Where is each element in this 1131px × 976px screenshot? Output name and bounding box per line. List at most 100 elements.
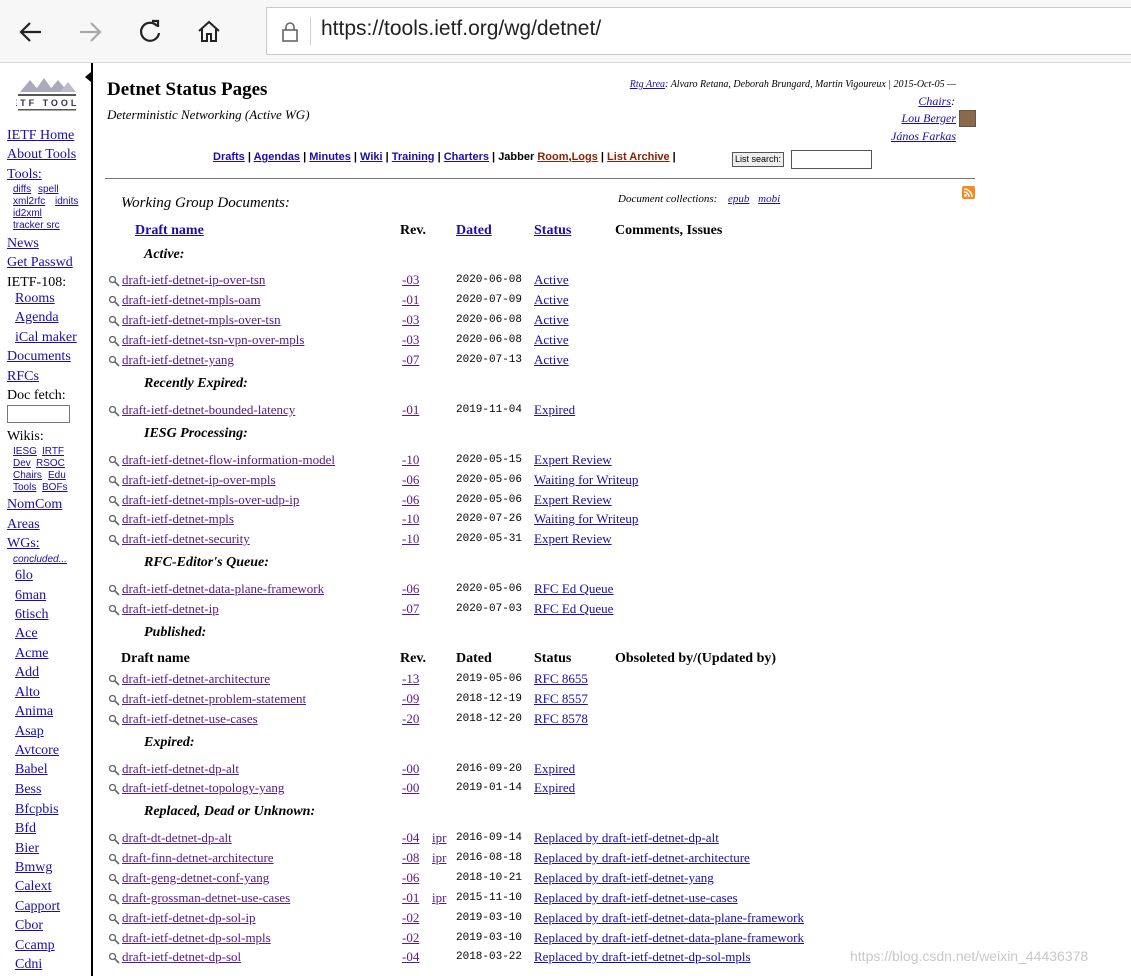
revision-link[interactable]: -03 (402, 312, 419, 328)
search-icon[interactable] (108, 763, 120, 776)
revision-link[interactable]: -07 (402, 601, 419, 617)
wg-link[interactable]: Bier (15, 841, 39, 857)
revision-link[interactable]: -13 (402, 671, 419, 687)
collection-epub[interactable]: epub (728, 193, 749, 205)
revision-link[interactable]: -02 (402, 910, 419, 926)
status-link[interactable]: Expired (534, 780, 575, 796)
status-link[interactable]: RFC 8655 (534, 671, 588, 687)
menu-training[interactable]: Training (392, 151, 435, 163)
tool-spell[interactable]: spell (38, 184, 59, 195)
sidebar-link-agenda[interactable]: Agenda (15, 310, 59, 326)
sidebar-link-areas[interactable]: Areas (7, 517, 40, 533)
status-link[interactable]: Replaced by draft-ietf-detnet-data-plane… (534, 910, 804, 926)
draft-name-link[interactable]: draft-ietf-detnet-dp-sol-ip (122, 910, 256, 926)
search-icon[interactable] (108, 274, 120, 287)
sidebar-link-about-tools[interactable]: About Tools (7, 147, 76, 163)
status-link[interactable]: Active (534, 292, 569, 308)
menu-minutes[interactable]: Minutes (309, 151, 351, 163)
collapse-arrow-icon[interactable] (84, 70, 92, 88)
rtg-area-link[interactable]: Rtg Area (630, 79, 665, 90)
wg-link[interactable]: Capport (15, 899, 60, 915)
search-icon[interactable] (108, 782, 120, 795)
wiki-chairs[interactable]: Chairs (13, 470, 42, 481)
status-link[interactable]: Replaced by draft-ietf-detnet-architectu… (534, 850, 750, 866)
status-link[interactable]: Replaced by draft-ietf-detnet-yang (534, 870, 714, 886)
status-link[interactable]: Expired (534, 761, 575, 777)
draft-name-link[interactable]: draft-ietf-detnet-mpls-over-tsn (122, 312, 281, 328)
menu-agendas[interactable]: Agendas (254, 151, 300, 163)
draft-name-link[interactable]: draft-ietf-detnet-dp-sol-mpls (122, 930, 271, 946)
sidebar-link-documents[interactable]: Documents (7, 349, 71, 365)
wiki-tools[interactable]: Tools (13, 482, 36, 493)
revision-link[interactable]: -03 (402, 332, 419, 348)
search-icon[interactable] (108, 354, 120, 367)
revision-link[interactable]: -10 (402, 531, 419, 547)
draft-name-link[interactable]: draft-ietf-detnet-architecture (122, 671, 270, 687)
sidebar-link-wgs[interactable]: WGs: (7, 536, 40, 552)
wg-link[interactable]: Ace (15, 626, 38, 642)
wg-link[interactable]: Anima (15, 704, 53, 720)
sidebar-link-rooms[interactable]: Rooms (15, 291, 55, 307)
address-bar[interactable]: https://tools.ietf.org/wg/detnet/ (266, 7, 1131, 55)
draft-name-link[interactable]: draft-ietf-detnet-mpls-over-udp-ip (122, 492, 299, 508)
back-icon[interactable] (13, 14, 49, 50)
wg-link[interactable]: Alto (15, 685, 40, 701)
search-icon[interactable] (108, 314, 120, 327)
tool-diffs[interactable]: diffs (13, 184, 31, 195)
revision-link[interactable]: -01 (402, 890, 419, 906)
menu-wiki[interactable]: Wiki (360, 151, 383, 163)
draft-name-link[interactable]: draft-ietf-detnet-bounded-latency (122, 402, 295, 418)
search-icon[interactable] (108, 872, 120, 885)
search-icon[interactable] (108, 912, 120, 925)
status-link[interactable]: Replaced by draft-ietf-detnet-use-cases (534, 890, 738, 906)
tool-tracker-src[interactable]: tracker src (13, 220, 60, 231)
revision-link[interactable]: -06 (402, 472, 419, 488)
draft-name-link[interactable]: draft-ietf-detnet-ip-over-mpls (122, 472, 276, 488)
revision-link[interactable]: -01 (402, 292, 419, 308)
chairs-link[interactable]: Chairs (918, 94, 951, 108)
status-link[interactable]: Waiting for Writeup (534, 472, 638, 488)
status-link[interactable]: Active (534, 332, 569, 348)
wg-link[interactable]: Bfd (15, 821, 36, 837)
revision-link[interactable]: -00 (402, 780, 419, 796)
wg-link[interactable]: Cdni (15, 957, 42, 973)
status-link[interactable]: Expert Review (534, 452, 612, 468)
wg-concluded-link[interactable]: concluded... (13, 554, 67, 565)
wiki-iesg[interactable]: IESG (13, 446, 37, 457)
list-search-input[interactable] (791, 150, 872, 169)
sidebar-link-ical-maker[interactable]: iCal maker (15, 330, 77, 346)
ietf-tools-logo[interactable]: IETF TOOLS (6, 72, 85, 127)
wg-link[interactable]: Asap (15, 724, 44, 740)
wiki-bofs[interactable]: BOFs (42, 482, 68, 493)
forward-icon[interactable] (72, 14, 108, 50)
draft-name-link[interactable]: draft-ietf-detnet-flow-information-model (122, 452, 335, 468)
wg-link[interactable]: Bmwg (15, 860, 52, 876)
revision-link[interactable]: -08 (402, 850, 419, 866)
search-icon[interactable] (108, 713, 120, 726)
sidebar-link-nomcom[interactable]: NomCom (7, 497, 62, 513)
doc-fetch-input[interactable] (7, 405, 70, 423)
wg-link[interactable]: Add (15, 665, 39, 681)
draft-name-link[interactable]: draft-ietf-detnet-ip-over-tsn (122, 272, 265, 288)
menu-jabber-logs[interactable]: Logs (572, 151, 598, 163)
search-icon[interactable] (108, 294, 120, 307)
revision-link[interactable]: -06 (402, 581, 419, 597)
wg-link[interactable]: Bess (15, 782, 41, 798)
revision-link[interactable]: -09 (402, 691, 419, 707)
revision-link[interactable]: -06 (402, 492, 419, 508)
chair-janos-farkas[interactable]: János Farkas (891, 129, 956, 144)
draft-name-link[interactable]: draft-ietf-detnet-tsn-vpn-over-mpls (122, 332, 304, 348)
status-link[interactable]: Replaced by draft-ietf-detnet-data-plane… (534, 930, 804, 946)
draft-name-link[interactable]: draft-ietf-detnet-security (122, 531, 250, 547)
search-icon[interactable] (108, 932, 120, 945)
wiki-dev[interactable]: Dev (13, 458, 31, 469)
sidebar-link-news[interactable]: News (7, 236, 39, 252)
search-icon[interactable] (108, 892, 120, 905)
status-link[interactable]: Expired (534, 402, 575, 418)
draft-name-link[interactable]: draft-grossman-detnet-use-cases (122, 890, 290, 906)
draft-name-link[interactable]: draft-ietf-detnet-mpls-oam (122, 292, 261, 308)
draft-name-link[interactable]: draft-ietf-detnet-topology-yang (122, 780, 284, 796)
status-link[interactable]: Expert Review (534, 492, 612, 508)
status-link[interactable]: Active (534, 312, 569, 328)
col-status[interactable]: Status (534, 223, 571, 239)
